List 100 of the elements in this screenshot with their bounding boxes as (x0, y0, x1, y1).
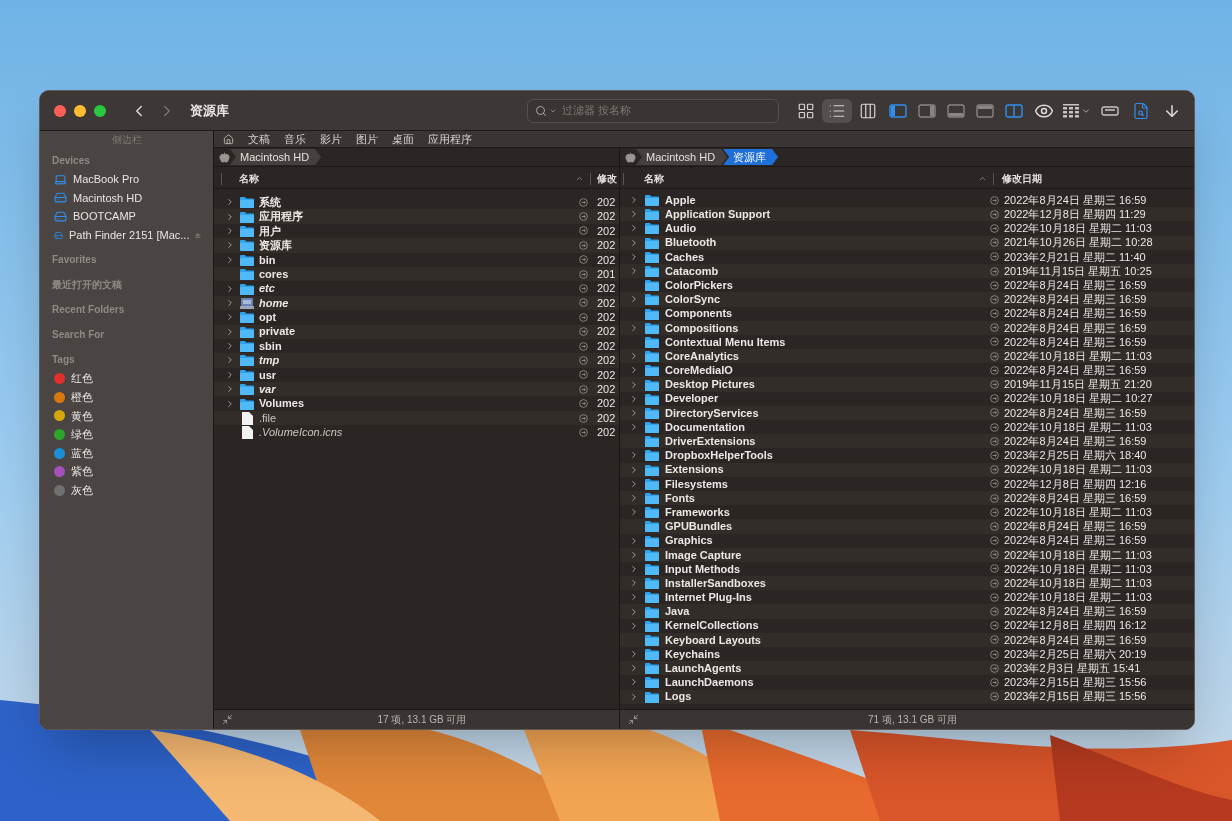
disclosure-icon[interactable] (629, 478, 639, 489)
arrow-circle-icon[interactable] (990, 635, 999, 645)
disclosure-icon[interactable] (629, 195, 639, 206)
folder-name[interactable]: Bluetooth (665, 234, 990, 251)
disclosure-icon[interactable] (629, 351, 639, 362)
disclosure-icon[interactable] (629, 393, 639, 404)
arrow-circle-icon[interactable] (579, 284, 588, 294)
folder-name[interactable]: Desktop Pictures (665, 376, 990, 393)
arrow-circle-icon[interactable] (990, 465, 999, 475)
list-view-button[interactable] (822, 98, 852, 123)
arrow-circle-icon[interactable] (990, 209, 999, 219)
folder-name[interactable]: Developer (665, 390, 990, 407)
folder-name[interactable]: DropboxHelperTools (665, 447, 990, 464)
arrow-circle-icon[interactable] (990, 238, 999, 248)
disclosure-icon[interactable] (629, 237, 639, 248)
disclosure-icon[interactable] (629, 422, 639, 433)
arrow-circle-icon[interactable] (579, 312, 588, 322)
arrow-circle-icon[interactable] (990, 195, 999, 205)
sidebar-item[interactable]: BOOTCAMP (52, 207, 201, 226)
arrow-circle-icon[interactable] (990, 450, 999, 460)
arrow-circle-icon[interactable] (990, 607, 999, 617)
arrow-circle-icon[interactable] (990, 309, 999, 319)
folder-name[interactable]: Components (665, 305, 990, 322)
sidebar-item[interactable]: 黄色 (52, 406, 201, 426)
sidebar-item[interactable]: Path Finder 2151 [Mac... (52, 225, 201, 245)
sidebar-item[interactable]: 橙色 (52, 387, 201, 407)
arrow-circle-icon[interactable] (990, 677, 999, 687)
sidebar-item[interactable]: 绿色 (52, 425, 201, 444)
folder-name[interactable]: ColorSync (665, 291, 990, 308)
arrow-circle-icon[interactable] (579, 240, 588, 250)
arrow-circle-icon[interactable] (990, 280, 999, 290)
shortcut-link[interactable]: 音乐 (277, 130, 313, 148)
disclosure-icon[interactable] (225, 240, 235, 251)
arrow-circle-icon[interactable] (990, 394, 999, 404)
arrow-circle-icon[interactable] (990, 223, 999, 233)
disclosure-icon[interactable] (629, 663, 639, 674)
minimize-button[interactable] (74, 104, 86, 117)
folder-name[interactable]: Apple (665, 191, 990, 209)
file-name[interactable]: 资源库 (259, 237, 579, 254)
sidebar-item[interactable]: 紫色 (52, 462, 201, 481)
arrow-circle-icon[interactable] (579, 197, 588, 207)
column-header[interactable]: 名称 (239, 171, 575, 186)
disclosure-icon[interactable] (225, 225, 235, 236)
arrow-circle-icon[interactable] (990, 436, 999, 446)
shortcut-link[interactable]: 应用程序 (421, 130, 479, 148)
disclosure-icon[interactable] (629, 209, 639, 220)
collapse-icon[interactable] (222, 714, 233, 725)
search-input[interactable]: 过滤器 按名称 (562, 102, 771, 119)
arrow-circle-icon[interactable] (579, 212, 588, 222)
arrow-circle-icon[interactable] (990, 663, 999, 673)
arrow-circle-icon[interactable] (990, 408, 999, 418)
sort-icon[interactable] (978, 174, 987, 183)
shortcut-link[interactable]: 图片 (349, 130, 385, 148)
file-name[interactable]: sbin (259, 337, 579, 355)
folder-name[interactable]: DriverExtensions (665, 433, 990, 450)
sidebar-item[interactable]: MacBook Pro (52, 170, 201, 189)
folder-name[interactable]: GPUBundles (665, 518, 990, 535)
arrow-circle-icon[interactable] (990, 550, 999, 560)
file-name[interactable]: bin (259, 251, 579, 268)
folder-name[interactable]: Audio (665, 220, 990, 237)
disclosure-icon[interactable] (629, 493, 639, 504)
column-header[interactable]: 修改 (597, 171, 619, 186)
column-header[interactable]: 修改日期 (1002, 171, 1194, 186)
disclosure-icon[interactable] (629, 649, 639, 660)
disclosure-icon[interactable] (629, 620, 639, 631)
disclosure-icon[interactable] (629, 223, 639, 234)
arrow-circle-icon[interactable] (579, 327, 588, 337)
disclosure-icon[interactable] (225, 283, 235, 294)
shortcut-link[interactable]: 桌面 (385, 130, 421, 148)
folder-name[interactable]: KernelCollections (665, 617, 990, 634)
disclosure-icon[interactable] (629, 407, 639, 418)
disclosure-icon[interactable] (629, 450, 639, 461)
arrow-circle-icon[interactable] (579, 255, 588, 265)
arrow-circle-icon[interactable] (990, 479, 999, 489)
path-segment[interactable]: Macintosh HD (230, 149, 322, 165)
disclosure-icon[interactable] (629, 294, 639, 305)
disclosure-icon[interactable] (225, 297, 235, 308)
arrow-circle-icon[interactable] (579, 226, 588, 236)
arrow-circle-icon[interactable] (990, 578, 999, 588)
file-name[interactable]: private (259, 323, 579, 340)
sidebar-item[interactable]: Macintosh HD (52, 188, 201, 208)
home-shortcut[interactable] (223, 133, 234, 145)
arrow-circle-icon[interactable] (579, 384, 588, 394)
arrow-circle-icon[interactable] (579, 399, 588, 409)
arrow-circle-icon[interactable] (579, 356, 588, 365)
arrow-circle-icon[interactable] (990, 252, 999, 262)
folder-name[interactable]: Internet Plug-Ins (665, 589, 990, 606)
disclosure-icon[interactable] (629, 322, 639, 333)
arrow-circle-icon[interactable] (990, 649, 999, 659)
arrow-circle-icon[interactable] (579, 427, 588, 437)
sidebar-item[interactable]: 红色 (52, 369, 201, 388)
disclosure-icon[interactable] (225, 369, 235, 380)
arrow-circle-icon[interactable] (990, 692, 999, 702)
disclosure-icon[interactable] (629, 578, 639, 589)
file-name[interactable]: opt (259, 309, 579, 326)
file-name[interactable]: usr (259, 366, 579, 384)
file-name[interactable]: .VolumeIcon.icns (259, 424, 579, 441)
shortcut-link[interactable]: 文稿 (241, 130, 277, 148)
file-name[interactable]: Volumes (259, 395, 579, 412)
arrow-circle-icon[interactable] (990, 266, 999, 276)
